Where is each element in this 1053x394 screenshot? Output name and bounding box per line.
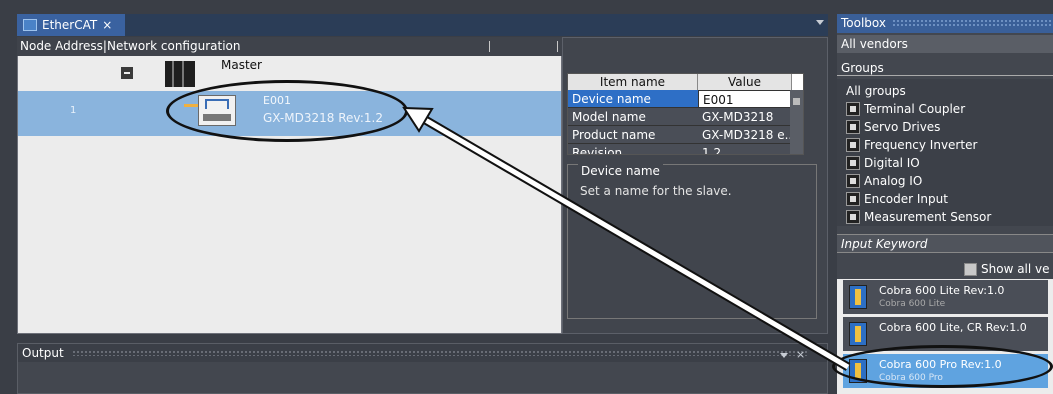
group-item-encoder-input[interactable]: Encoder Input [837, 190, 1053, 208]
property-value: GX-MD3218 [698, 108, 792, 126]
device-name-field[interactable]: E001 [698, 90, 792, 108]
group-item-analog-io[interactable]: Analog IO [837, 172, 1053, 190]
property-row[interactable]: Device name E001 [568, 90, 803, 108]
vendor-select[interactable]: All vendors [837, 35, 1053, 53]
robot-device-icon [849, 322, 867, 346]
chevron-down-icon[interactable] [780, 353, 788, 358]
group-list: All groups Terminal Coupler Servo Drives… [837, 79, 1053, 226]
robot-device-icon [849, 285, 867, 309]
property-row[interactable]: Model name GX-MD3218 [568, 108, 803, 126]
group-label: Analog IO [864, 174, 923, 188]
group-label: Servo Drives [864, 120, 941, 134]
show-all-label: Show all ve [981, 262, 1050, 276]
group-item-frequency-inverter[interactable]: Frequency Inverter [837, 136, 1053, 154]
checkbox-icon[interactable] [964, 262, 977, 276]
tab-ethercat[interactable]: EtherCAT × [17, 14, 125, 36]
property-value: GX-MD3218 e... [698, 126, 792, 144]
master-label: Master [221, 58, 262, 72]
close-icon[interactable]: × [102, 18, 112, 32]
toolbox-title: Toolbox [841, 16, 886, 30]
property-key: Revision [568, 144, 698, 154]
ethercat-icon [23, 19, 37, 31]
group-label: Encoder Input [864, 192, 948, 206]
device-item-name: Cobra 600 Lite Rev:1.0 [879, 284, 1005, 297]
property-row[interactable]: Revision 1.2 [568, 144, 803, 154]
group-label: Digital IO [864, 156, 920, 170]
property-row[interactable]: Product name GX-MD3218 e... [568, 126, 803, 144]
drag-grip[interactable] [892, 19, 1053, 28]
highlight-ellipse [832, 345, 1053, 388]
property-key: Model name [568, 108, 698, 126]
document-tab-strip [17, 14, 828, 36]
toolbox-header: Toolbox [837, 14, 1053, 33]
plc-controller-icon [165, 61, 195, 87]
property-key: Device name [568, 90, 698, 108]
device-item-sub: Cobra 600 Lite [879, 299, 946, 309]
group-item-all[interactable]: All groups [837, 79, 1053, 100]
group-label: Measurement Sensor [864, 210, 992, 224]
property-scrollbar[interactable] [790, 90, 803, 154]
groups-label: Groups [837, 61, 1053, 76]
device-item[interactable]: Cobra 600 Lite Rev:1.0 Cobra 600 Lite [843, 280, 1048, 314]
output-header: Output [18, 344, 827, 362]
group-item-terminal-coupler[interactable]: Terminal Coupler [837, 100, 1053, 118]
description-text: Set a name for the slave. [580, 184, 732, 198]
close-icon[interactable]: × [796, 348, 805, 361]
column-header-value[interactable]: Value [698, 74, 792, 90]
description-title: Device name [578, 164, 663, 178]
highlight-ellipse [166, 80, 408, 142]
tab-label: EtherCAT [42, 18, 98, 32]
servo-drive-icon [846, 120, 860, 134]
digital-io-icon [846, 156, 860, 170]
analog-io-icon [846, 174, 860, 188]
column-divider[interactable] [489, 41, 490, 52]
inverter-icon [846, 138, 860, 152]
property-table: Item name Value Device name E001 Model n… [567, 73, 804, 155]
column-header-item[interactable]: Item name [568, 74, 698, 90]
drag-grip[interactable] [71, 350, 807, 356]
output-title: Output [22, 346, 64, 360]
terminal-coupler-icon [846, 102, 860, 116]
sensor-icon [846, 210, 860, 224]
encoder-icon [846, 192, 860, 206]
collapse-icon[interactable] [121, 67, 133, 79]
group-item-digital-io[interactable]: Digital IO [837, 154, 1053, 172]
group-label: Terminal Coupler [864, 102, 966, 116]
node-address: 1 [70, 105, 77, 116]
group-label: Frequency Inverter [864, 138, 978, 152]
network-header: Node Address|Network configuration [17, 37, 562, 56]
chevron-down-icon[interactable] [816, 20, 824, 25]
group-item-measurement-sensor[interactable]: Measurement Sensor [837, 208, 1053, 226]
network-header-label: Node Address|Network configuration [20, 39, 241, 53]
property-table-header: Item name Value [568, 74, 803, 90]
property-value: 1.2 [698, 144, 792, 154]
keyword-search-input[interactable]: Input Keyword [837, 234, 1053, 253]
group-label: All groups [846, 84, 906, 98]
show-all-checkbox[interactable]: Show all ve [964, 262, 1050, 276]
property-key: Product name [568, 126, 698, 144]
device-item-name: Cobra 600 Lite, CR Rev:1.0 [879, 321, 1027, 334]
property-description-box: Device name Set a name for the slave. [567, 164, 817, 319]
group-item-servo-drives[interactable]: Servo Drives [837, 118, 1053, 136]
column-divider[interactable] [557, 41, 558, 52]
output-pane: Output [17, 343, 828, 394]
